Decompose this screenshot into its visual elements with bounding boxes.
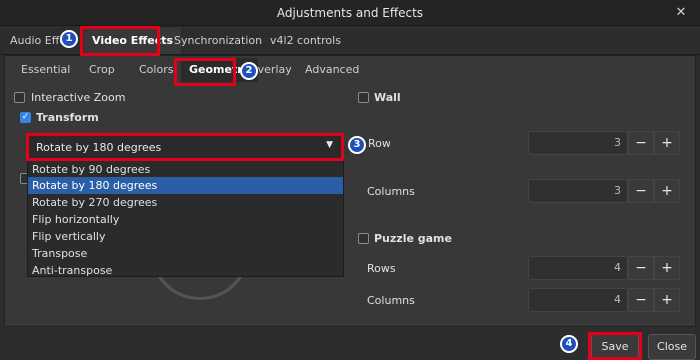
puzzle-rows-increment-button[interactable]: + [654, 256, 680, 280]
wall-columns-input[interactable]: 3 [528, 179, 628, 203]
wall-columns-spin: 3 − + [528, 179, 680, 203]
puzzle-rows-label: Rows [367, 262, 396, 275]
puzzle-rows-spin: 4 − + [528, 256, 680, 280]
highlight-transform-select [26, 133, 344, 161]
puzzle-game-checkbox[interactable] [358, 233, 369, 244]
interactive-zoom-checkbox[interactable] [14, 92, 25, 103]
puzzle-columns-spin: 4 − + [528, 288, 680, 312]
transform-dropdown: Rotate by 90 degrees Rotate by 180 degre… [27, 160, 344, 277]
wall-rows-spin: 3 − + [528, 131, 680, 155]
wall-columns-decrement-button[interactable]: − [628, 179, 654, 203]
option-flip-vertically[interactable]: Flip vertically [28, 228, 343, 245]
wall-rows-decrement-button[interactable]: − [628, 131, 654, 155]
transform-label: Transform [36, 111, 99, 124]
wall-rows-label: Rows [368, 137, 390, 150]
interactive-zoom-label: Interactive Zoom [31, 91, 126, 104]
highlight-video-effects [80, 26, 160, 56]
puzzle-rows-input[interactable]: 4 [528, 256, 628, 280]
tab-advanced[interactable]: Advanced [297, 58, 367, 82]
step-badge-4: 4 [560, 335, 578, 353]
option-rotate-90[interactable]: Rotate by 90 degrees [28, 161, 343, 178]
step-badge-1: 1 [60, 30, 78, 48]
close-icon[interactable]: ✕ [672, 4, 690, 22]
highlight-geometry [174, 58, 236, 86]
wall-columns-increment-button[interactable]: + [654, 179, 680, 203]
window-title: Adjustments and Effects [276, 6, 424, 20]
wall-rows-increment-button[interactable]: + [654, 131, 680, 155]
step-badge-2: 2 [240, 62, 258, 80]
highlight-save [588, 332, 642, 360]
puzzle-columns-label: Columns [367, 294, 415, 307]
wall-columns-label: Columns [367, 185, 415, 198]
wall-rows-input[interactable]: 3 [528, 131, 628, 155]
tab-essential[interactable]: Essential [13, 58, 78, 82]
tab-v4l2-controls[interactable]: v4l2 controls [262, 28, 349, 54]
puzzle-rows-decrement-button[interactable]: − [628, 256, 654, 280]
tab-synchronization[interactable]: Synchronization [166, 28, 270, 54]
option-rotate-180[interactable]: Rotate by 180 degrees [28, 177, 343, 194]
puzzle-columns-input[interactable]: 4 [528, 288, 628, 312]
puzzle-game-label: Puzzle game [374, 232, 452, 245]
option-anti-transpose[interactable]: Anti-transpose [28, 262, 343, 279]
tab-crop[interactable]: Crop [81, 58, 123, 82]
wall-checkbox[interactable] [358, 92, 369, 103]
close-button[interactable]: Close [648, 334, 696, 360]
transform-checkbox[interactable]: ✓ [20, 112, 31, 123]
option-rotate-270[interactable]: Rotate by 270 degrees [28, 194, 343, 211]
puzzle-columns-increment-button[interactable]: + [654, 288, 680, 312]
wall-label: Wall [374, 91, 401, 104]
title-bar: Adjustments and Effects ✕ [0, 0, 700, 26]
option-transpose[interactable]: Transpose [28, 245, 343, 262]
puzzle-columns-decrement-button[interactable]: − [628, 288, 654, 312]
option-flip-horizontally[interactable]: Flip horizontally [28, 211, 343, 228]
step-badge-3: 3 [348, 136, 366, 154]
